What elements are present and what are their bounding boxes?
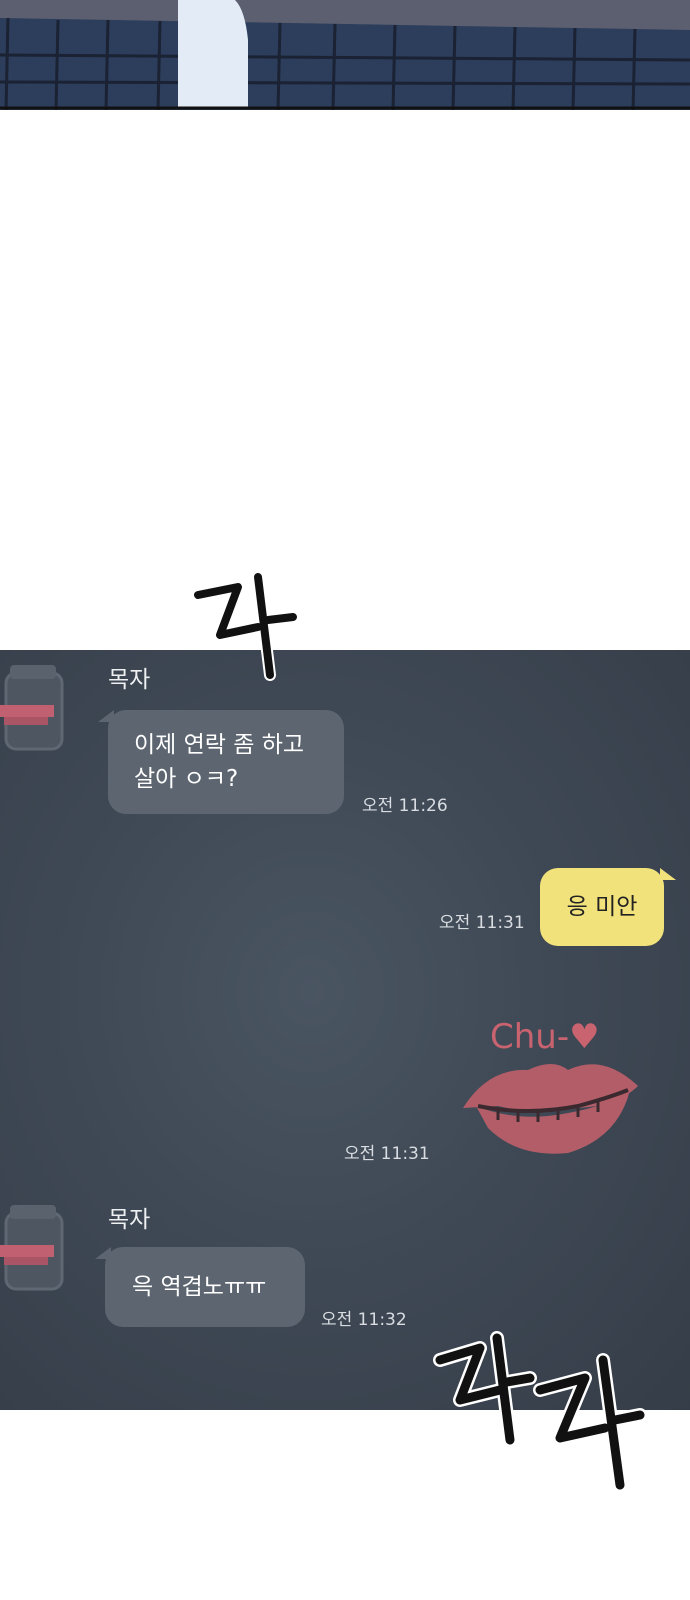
censored-avatar-icon bbox=[0, 665, 64, 751]
message-time: 오전 11:26 bbox=[362, 796, 448, 816]
building-panel bbox=[0, 0, 690, 110]
outgoing-message-bubble[interactable]: 응 미안 bbox=[540, 868, 664, 946]
message-text: 응 미안 bbox=[566, 894, 638, 920]
avatar[interactable] bbox=[0, 1205, 70, 1295]
message-time: 오전 11:31 bbox=[439, 913, 525, 933]
chat-screen: 목자 이제 연락 좀 하고 살아 ㅇㅋ? 오전 11:26 오전 11:31 응… bbox=[0, 650, 690, 1410]
sound-effect-lettering bbox=[433, 1331, 647, 1492]
message-line: 살아 ㅇㅋ? bbox=[134, 766, 239, 792]
censored-avatar-icon bbox=[0, 1205, 64, 1291]
sound-effect-top: 딕 bbox=[168, 565, 308, 690]
avatar[interactable] bbox=[0, 665, 70, 755]
bubble-tail bbox=[660, 868, 676, 880]
sender-name: 목자 bbox=[108, 1207, 151, 1233]
lips-sticker-icon: Chu-♥ bbox=[463, 1017, 638, 1154]
sticker-text: Chu-♥ bbox=[490, 1017, 600, 1057]
kiss-sticker[interactable]: Chu-♥ bbox=[458, 998, 648, 1178]
sender-name: 목자 bbox=[108, 667, 151, 693]
message-time: 오전 11:32 bbox=[321, 1310, 407, 1330]
sound-effect-bottom: 딕딕 bbox=[425, 1320, 655, 1495]
sound-effect-lettering bbox=[192, 571, 299, 681]
building-windows-illustration bbox=[0, 0, 690, 110]
message-time: 오전 11:31 bbox=[344, 1144, 430, 1164]
incoming-message-bubble[interactable]: 윽 역겹노ㅠㅠ bbox=[105, 1247, 305, 1327]
message-line: 이제 연락 좀 하고 bbox=[134, 732, 305, 758]
message-text: 윽 역겹노ㅠㅠ bbox=[132, 1274, 267, 1300]
incoming-message-bubble[interactable]: 이제 연락 좀 하고 살아 ㅇㅋ? bbox=[108, 710, 344, 814]
